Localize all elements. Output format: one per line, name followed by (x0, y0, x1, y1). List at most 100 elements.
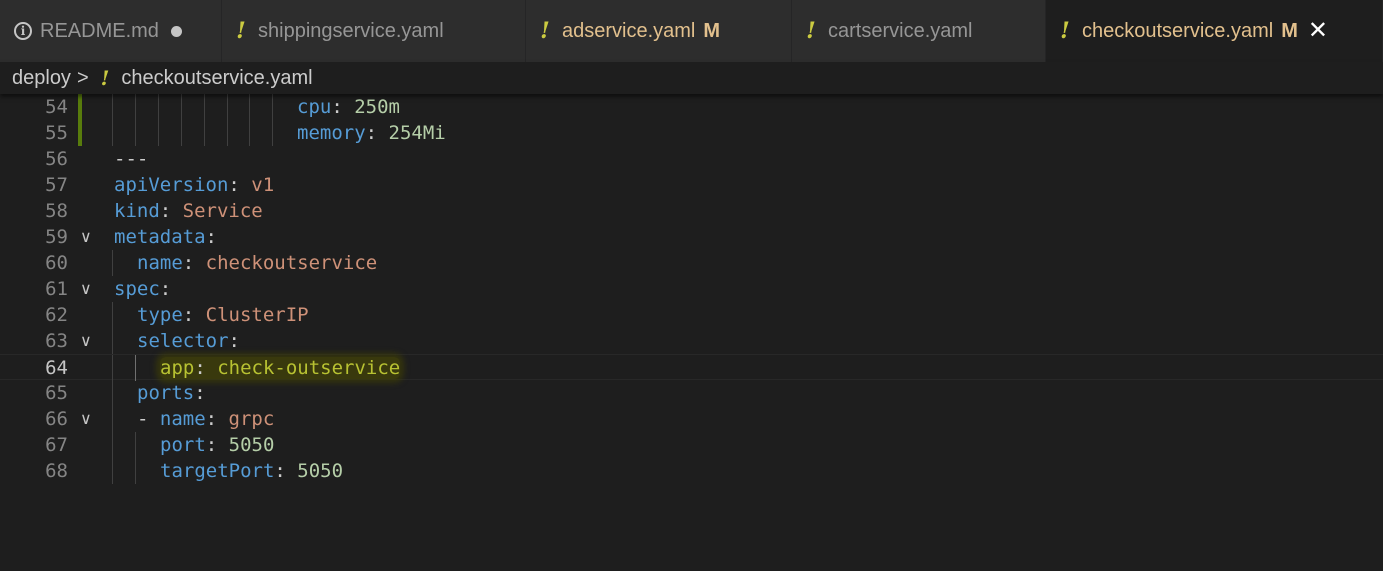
tab-label: README.md (40, 19, 159, 42)
tab-adservice[interactable]: ! adservice.yaml M (526, 0, 792, 62)
yaml-icon: ! (236, 18, 246, 44)
fold-chevron-icon[interactable]: ∨ (80, 224, 92, 250)
code-line[interactable]: 55 memory: 254Mi (0, 120, 1383, 146)
tab-label: adservice.yaml (562, 19, 696, 42)
indent-guide (112, 328, 113, 354)
yaml-icon: ! (806, 18, 816, 44)
code-line[interactable]: 57 apiVersion: v1 (0, 172, 1383, 198)
line-number: 59 (45, 226, 68, 248)
code-line[interactable]: 67 port: 5050 (0, 432, 1383, 458)
fold-chevron-icon[interactable]: ∨ (80, 276, 92, 302)
line-number: 54 (45, 96, 68, 118)
tab-cartservice[interactable]: ! cartservice.yaml (792, 0, 1046, 62)
indent-guide (249, 94, 250, 120)
indent-guide (135, 458, 136, 484)
code-text: memory: 254Mi (297, 122, 446, 144)
code-line[interactable]: 61 ∨ spec: (0, 276, 1383, 302)
code-text: type: ClusterIP (137, 304, 309, 326)
line-number: 65 (45, 382, 68, 404)
gutter-modified-marker[interactable] (78, 120, 82, 146)
indent-guide (112, 380, 113, 406)
code-line[interactable]: 62 type: ClusterIP (0, 302, 1383, 328)
code-text: ports: (137, 382, 206, 404)
unsaved-dot-icon[interactable] (170, 25, 182, 37)
yaml-key: selector (137, 330, 229, 352)
indent-guide (112, 250, 113, 276)
indent-guide (112, 432, 113, 458)
code-line[interactable]: 56 --- (0, 146, 1383, 172)
indent-guide (158, 120, 159, 146)
code-text: spec: (114, 278, 172, 300)
yaml-value: 5050 (228, 434, 275, 456)
code-text: name: checkoutservice (137, 252, 378, 274)
code-text: app: check-outservice (160, 355, 401, 381)
tab-shippingservice[interactable]: ! shippingservice.yaml (222, 0, 526, 62)
indent-guide (227, 94, 228, 120)
line-number: 68 (45, 460, 68, 482)
breadcrumb-file[interactable]: checkoutservice.yaml (121, 67, 312, 90)
indent-guide (135, 94, 136, 120)
yaml-value: checkoutservice (205, 252, 378, 274)
line-number: 64 (45, 357, 68, 379)
modified-badge: M (703, 19, 721, 42)
line-number: 63 (45, 330, 68, 352)
breadcrumb-folder[interactable]: deploy (12, 67, 71, 90)
yaml-key: spec (114, 278, 160, 300)
fold-chevron-icon[interactable]: ∨ (80, 328, 92, 354)
code-editor[interactable]: 54 cpu: 250m 55 memory: 254Mi 56 --- 57 apiVers… (0, 94, 1383, 571)
code-text: cpu: 250m (297, 96, 400, 118)
modified-badge: M (1281, 19, 1298, 42)
indent-guide (112, 406, 113, 432)
yaml-key: metadata (114, 226, 206, 248)
line-number: 55 (45, 122, 68, 144)
code-line[interactable]: 63 ∨ selector: (0, 328, 1383, 354)
code-line[interactable]: 59 ∨ metadata: (0, 224, 1383, 250)
code-text: --- (114, 148, 149, 170)
code-text: kind: Service (114, 200, 263, 222)
line-number: 57 (45, 174, 68, 196)
yaml-value: Service (182, 200, 263, 222)
code-line[interactable]: 58 kind: Service (0, 198, 1383, 224)
line-number: 61 (45, 278, 68, 300)
code-text: selector: (137, 330, 240, 352)
tab-label: checkoutservice.yaml (1082, 19, 1274, 42)
code-line[interactable]: 68 targetPort: 5050 (0, 458, 1383, 484)
indent-guide (135, 432, 136, 458)
editor-tab-bar: i README.md ! shippingservice.yaml ! ads… (0, 0, 1383, 62)
yaml-key: kind (114, 200, 160, 222)
indent-guide (181, 94, 182, 120)
indent-guide (112, 355, 113, 381)
indent-guide (181, 120, 182, 146)
yaml-key: app (160, 357, 195, 379)
tab-readme[interactable]: i README.md (0, 0, 222, 62)
code-line[interactable]: 64 app: check-outservice (0, 354, 1383, 381)
code-text: port: 5050 (160, 434, 275, 456)
yaml-value: 250m (354, 96, 400, 118)
line-number: 62 (45, 304, 68, 326)
tab-checkoutservice[interactable]: ! checkoutservice.yaml M ✕ (1046, 0, 1383, 62)
gutter-modified-marker[interactable] (78, 94, 82, 120)
code-line[interactable]: 54 cpu: 250m (0, 94, 1383, 120)
indent-guide (227, 120, 228, 146)
line-number: 56 (45, 148, 68, 170)
code-line[interactable]: 60 name: checkoutservice (0, 250, 1383, 276)
yaml-value: ClusterIP (205, 304, 309, 326)
yaml-key: type (137, 304, 183, 326)
indent-guide (249, 120, 250, 146)
line-number: 60 (45, 252, 68, 274)
breadcrumb: deploy > ! checkoutservice.yaml (0, 62, 1383, 94)
indent-guide (204, 120, 205, 146)
yaml-icon: ! (100, 66, 110, 90)
indent-guide (158, 94, 159, 120)
close-icon[interactable]: ✕ (1308, 19, 1328, 43)
code-line[interactable]: 65 ports: (0, 380, 1383, 406)
yaml-value: v1 (251, 174, 275, 196)
indent-guide (204, 94, 205, 120)
code-line[interactable]: 66 ∨ - name: grpc (0, 406, 1383, 432)
fold-chevron-icon[interactable]: ∨ (80, 406, 92, 432)
line-number: 67 (45, 434, 68, 456)
code-text: targetPort: 5050 (160, 460, 344, 482)
yaml-key: cpu (297, 96, 332, 118)
find-match-highlight: app: check-outservice (160, 357, 401, 379)
indent-guide (135, 120, 136, 146)
